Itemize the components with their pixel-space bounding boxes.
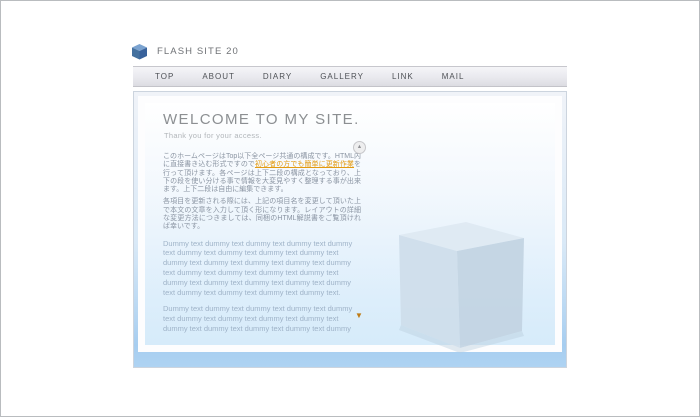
scroll-down-icon[interactable]: ▼	[355, 312, 363, 320]
jp-paragraph-1: このホームページはTop以下全ページ共通の構成です。HTML内に直接書き込む形式…	[163, 153, 361, 194]
logo-cube-icon	[130, 43, 149, 60]
page-title: WELCOME TO MY SITE.	[163, 111, 555, 128]
site-logo: FLASH SITE 20	[130, 42, 239, 60]
main-navbar: TOP ABOUT DIARY GALLERY LINK MAIL	[133, 66, 567, 87]
inline-text-link[interactable]: 初心者の方でも簡単に更新作業	[255, 161, 354, 168]
site-title: FLASH SITE 20	[157, 46, 239, 57]
text-column: このホームページはTop以下全ページ共通の構成です。HTML内に直接書き込む形式…	[163, 153, 361, 334]
nav-item-top[interactable]: TOP	[141, 72, 188, 81]
jp-paragraph-2: 各項目を更新される際には、上記の項目名を変更して頂いた上で本文の文章を入力して頂…	[163, 198, 361, 231]
nav-item-mail[interactable]: MAIL	[428, 72, 479, 81]
nav-item-link[interactable]: LINK	[378, 72, 428, 81]
main-content-box: WELCOME TO MY SITE. Thank you for your a…	[133, 91, 567, 368]
page-subtitle: Thank you for your access.	[164, 131, 555, 140]
nav-item-about[interactable]: ABOUT	[188, 72, 249, 81]
nav-item-diary[interactable]: DIARY	[249, 72, 306, 81]
dummy-paragraph-1: Dummy text dummy text dummy text dummy t…	[163, 239, 361, 298]
dummy-paragraph-2: Dummy text dummy text dummy text dummy t…	[163, 304, 361, 333]
page: FLASH SITE 20 TOP ABOUT DIARY GALLERY LI…	[0, 0, 700, 417]
scroll-up-icon[interactable]: ▲	[353, 141, 366, 154]
nav-item-gallery[interactable]: GALLERY	[306, 72, 378, 81]
cube-graphic	[392, 218, 532, 354]
